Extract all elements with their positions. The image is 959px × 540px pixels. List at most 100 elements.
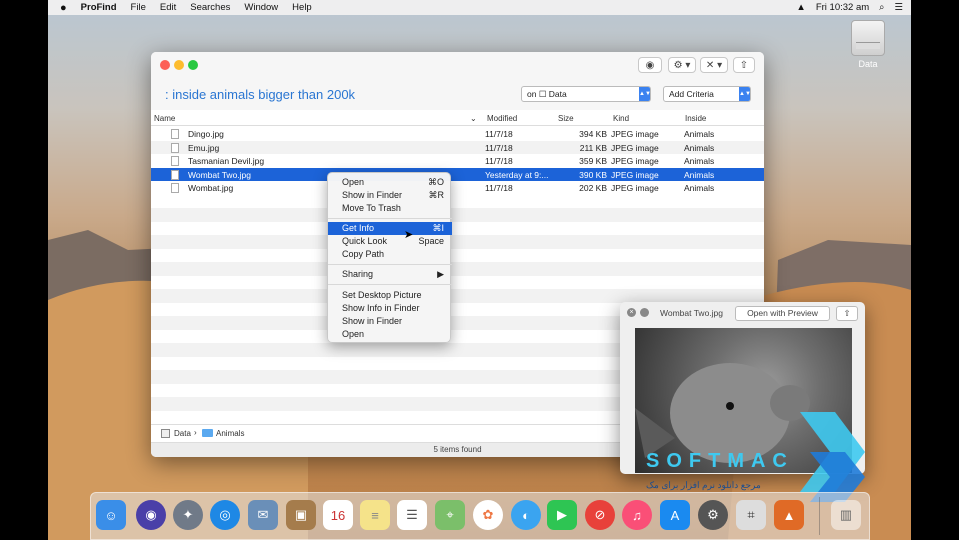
menu-item-quick-look[interactable]: Quick Look Space [328,235,452,248]
messages-icon[interactable]: ◐ [511,500,541,530]
menu-item-label: Show in Finder [342,316,403,326]
safari-icon[interactable]: ◎ [210,500,240,530]
contacts-icon[interactable]: ▣ [286,500,316,530]
table-row[interactable]: Dingo.jpg 11/7/18 394 KB JPEG image Anim… [151,127,764,141]
table-header: Name ⌄ Modified Size Kind Inside [151,111,764,126]
column-size[interactable]: Size [558,114,574,123]
list-icon[interactable]: ☰ [894,2,903,13]
maps-icon[interactable]: ⌖ [435,500,465,530]
empty-row [151,289,764,303]
share-button[interactable]: ⇧ [836,306,858,321]
dock: ☺ ◉ ✦ ◎ ✉ ▣ 16 ≡ ☰ ⌖ ✿ ◐ ▶ ⊘ ♫ A ⚙ ⌗ ▲ ▥ [90,492,870,540]
music-icon[interactable]: ♫ [622,500,652,530]
menu-item-get-info[interactable]: Get Info ⌘I [328,222,452,235]
cell-kind: JPEG image [611,169,659,180]
menu-item-copy-path[interactable]: Copy Path [328,248,452,261]
preview-eye-button[interactable]: ◉ [638,57,662,73]
tools-button[interactable]: ✕ ▾ [700,57,728,73]
action-gear-button[interactable]: ⚙ ▾ [668,57,696,73]
photos-icon[interactable]: ✿ [473,500,503,530]
screenshot-icon[interactable]: ⌗ [736,500,766,530]
reminders-icon[interactable]: ☰ [397,500,427,530]
path-root[interactable]: Data [174,429,191,438]
cell-size: 359 KB [579,156,607,166]
menu-item-show-info-in-finder[interactable]: Show Info in Finder [328,302,452,315]
folder-icon [202,429,213,437]
menu-window[interactable]: Window [244,2,278,13]
jpeg-file-icon [171,129,179,139]
submenu-arrow-icon: ▶ [437,269,444,279]
news-icon[interactable]: ⊘ [585,500,615,530]
calendar-icon[interactable]: 16 [323,500,353,530]
search-icon[interactable]: ⌕ [879,2,884,13]
share-icon: ⇧ [843,308,851,318]
menu-item-label: Show in Finder [342,190,403,200]
column-kind[interactable]: Kind [613,114,629,123]
search-query-title: : inside animals bigger than 200k [165,87,356,102]
close-button[interactable] [160,60,170,70]
profind-icon[interactable]: ▲ [774,500,804,530]
sort-chevron-icon[interactable]: ⌄ [470,114,477,123]
siri-icon[interactable]: ◉ [136,500,166,530]
cell-name: Tasmanian Devil.jpg [188,156,265,166]
drive-icon [851,20,885,56]
desktop-drive-data[interactable]: Data [848,20,888,69]
table-row[interactable]: Wombat.jpg 11/7/18 202 KB JPEG image Ani… [151,181,764,195]
path-folder[interactable]: Animals [216,429,244,438]
notes-icon[interactable]: ≡ [360,500,390,530]
menu-item-show-in-finder[interactable]: Show in Finder ⌘R [328,189,452,202]
launchpad-icon[interactable]: ✦ [173,500,203,530]
menu-shortcut: ⌘R [428,190,445,200]
menu-item-open[interactable]: Open ⌘O [328,176,452,189]
menu-item-set-desktop-picture[interactable]: Set Desktop Picture [328,289,452,302]
table-row[interactable]: Emu.jpg 11/7/18 211 KB JPEG image Animal… [151,140,764,154]
column-name[interactable]: Name [154,114,175,123]
menu-edit[interactable]: Edit [160,2,176,13]
menu-shortcut: Space [418,236,444,246]
fullscreen-icon[interactable] [640,308,649,317]
column-inside[interactable]: Inside [685,114,706,123]
add-criteria-select[interactable]: Add Criteria ▲▼ [663,86,751,102]
apple-icon[interactable]: ● [60,2,67,14]
cell-modified: 11/7/18 [485,142,513,153]
cell-name: Wombat.jpg [188,183,234,193]
menu-shortcut: ⌘O [427,177,444,187]
menu-app-name[interactable]: ProFind [81,2,117,13]
open-with-preview-button[interactable]: Open with Preview [735,306,830,321]
menu-item-label: Open [342,329,365,339]
gear-icon: ⚙ ▾ [673,59,691,71]
zoom-button[interactable] [188,60,198,70]
cell-inside: Animals [684,183,715,193]
menu-item-show-in-finder-2[interactable]: Show in Finder [328,315,452,328]
cell-inside: Animals [684,129,715,139]
system-preferences-icon[interactable]: ⚙ [698,500,728,530]
mail-icon[interactable]: ✉ [248,500,278,530]
trash-icon[interactable]: ▥ [831,500,861,530]
menu-item-move-to-trash[interactable]: Move To Trash [328,202,452,215]
cell-kind: JPEG image [611,142,659,153]
quicklook-titlebar: × Wombat Two.jpg Open with Preview ⇧ [620,302,865,324]
chevron-updown-icon: ▲▼ [639,87,651,101]
scope-select[interactable]: on ☐ Data ▲▼ [521,86,651,102]
menu-clock[interactable]: Fri 10:32 am [816,2,869,13]
cell-modified: 11/7/18 [485,156,513,166]
menu-help[interactable]: Help [292,2,312,13]
softmac-watermark: SOFTMAC [646,450,794,472]
menu-file[interactable]: File [131,2,146,13]
table-row-selected[interactable]: Wombat Two.jpg Yesterday at 9:... 390 KB… [151,167,764,181]
app-store-icon[interactable]: A [660,500,690,530]
table-row[interactable]: Tasmanian Devil.jpg 11/7/18 359 KB JPEG … [151,154,764,168]
column-modified[interactable]: Modified [487,114,517,123]
finder-icon[interactable]: ☺ [96,500,126,530]
items-found-count: 5 items found [433,445,482,454]
share-icon: ⇧ [739,59,749,71]
user-icon[interactable]: ▲ [796,2,805,13]
share-button[interactable]: ⇧ [733,57,755,73]
menu-searches[interactable]: Searches [190,2,230,13]
menu-item-open-2[interactable]: Open [328,328,452,341]
minimize-button[interactable] [174,60,184,70]
menu-item-label: Sharing [342,269,374,279]
close-icon[interactable]: × [627,308,636,317]
menu-item-sharing[interactable]: Sharing ▶ [328,268,452,281]
facetime-icon[interactable]: ▶ [547,500,577,530]
